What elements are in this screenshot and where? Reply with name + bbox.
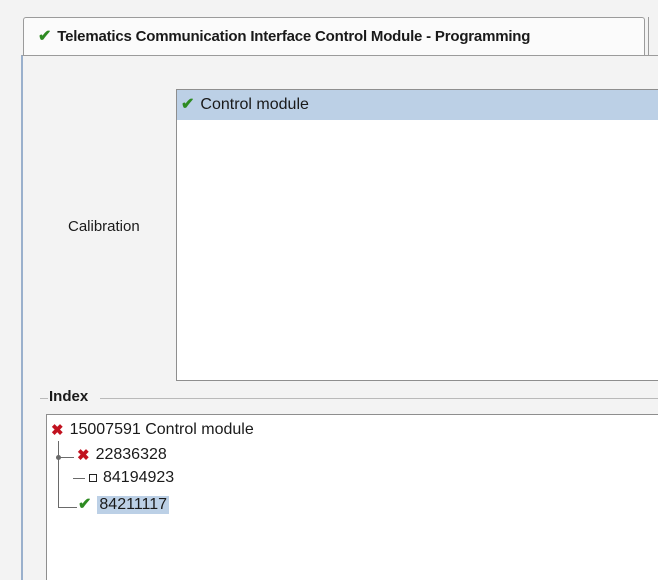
tree-node-84211117[interactable]: ✔ 84211117	[78, 496, 170, 514]
tree-node-22836328[interactable]: ✖ 22836328	[77, 446, 167, 464]
x-icon: ✖	[51, 422, 64, 439]
tab-tcic-programming[interactable]: ✔ Telematics Communication Interface Con…	[23, 17, 645, 55]
tree-node-label: 84211117	[97, 496, 170, 514]
index-divider-left	[40, 398, 48, 399]
tree-node-label: 15007591 Control module	[69, 421, 254, 438]
calibration-item-label: Control module	[200, 96, 309, 113]
next-tab-edge[interactable]	[648, 17, 658, 55]
x-icon: ✖	[77, 447, 90, 464]
check-icon: ✔	[38, 27, 52, 45]
tree-connector	[58, 441, 59, 507]
calibration-item-control-module[interactable]: ✔ Control module	[177, 90, 658, 120]
tree-node-label: 84194923	[103, 469, 175, 486]
calibration-list[interactable]: ✔ Control module	[176, 89, 658, 381]
tree-node-84194923[interactable]: 84194923	[89, 469, 174, 487]
tree-connector	[58, 507, 77, 508]
square-icon	[89, 474, 97, 482]
tree-node-15007591[interactable]: ✖ 15007591 Control module	[51, 421, 254, 439]
check-icon: ✔	[181, 96, 195, 113]
tree-connector	[73, 478, 85, 479]
index-tree[interactable]: ✖ 15007591 Control module ✖ 22836328 841…	[46, 414, 658, 580]
index-divider	[100, 398, 658, 399]
tab-title: Telematics Communication Interface Contr…	[57, 28, 531, 45]
check-icon: ✔	[78, 496, 92, 513]
index-title: Index	[49, 388, 89, 405]
tree-node-label: 22836328	[95, 446, 167, 463]
calibration-label: Calibration	[68, 218, 140, 235]
tree-expander-knob[interactable]	[56, 455, 61, 460]
